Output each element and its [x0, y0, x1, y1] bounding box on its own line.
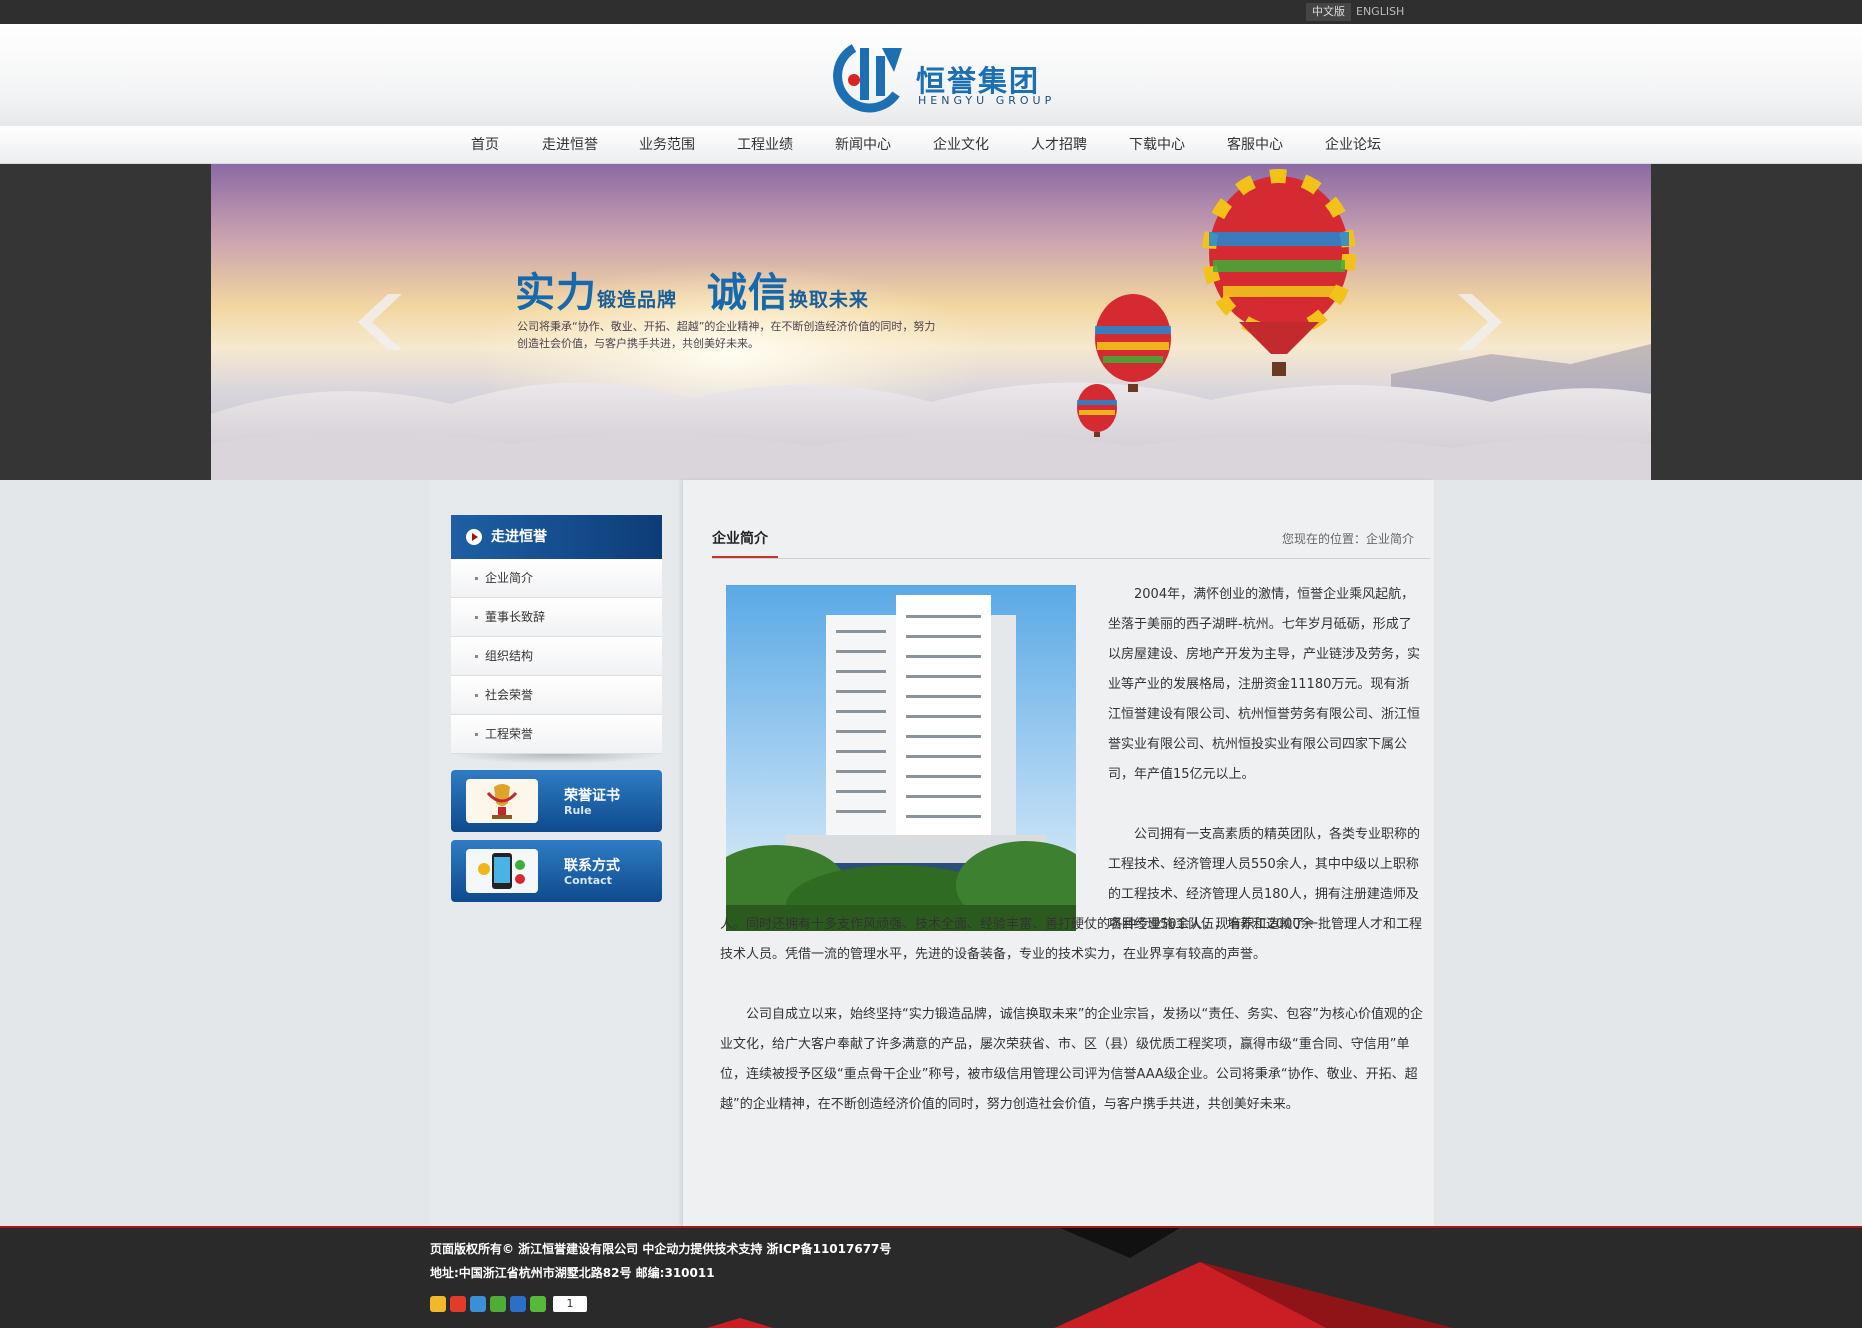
- company-building-image: [726, 585, 1076, 931]
- contact-subtitle: Contact: [564, 874, 612, 887]
- page-title: 企业简介: [712, 531, 768, 547]
- contact-button[interactable]: 联系方式 Contact: [451, 840, 662, 902]
- sidebar-item-project-honors[interactable]: 工程荣誉: [451, 715, 662, 754]
- nav-news[interactable]: 新闻中心: [818, 126, 908, 164]
- certificates-title: 荣誉证书: [564, 788, 620, 804]
- tencent-weibo-share-icon[interactable]: [470, 1296, 486, 1312]
- nav-projects[interactable]: 工程业绩: [720, 126, 810, 164]
- footer-address: 地址:中国浙江省杭州市湖墅北路82号 邮编:310011: [430, 1266, 715, 1280]
- nav-careers[interactable]: 人才招聘: [1014, 126, 1104, 164]
- wechat-share-icon[interactable]: [490, 1296, 506, 1312]
- brand-subtitle: HENGYU GROUP: [918, 94, 1056, 107]
- sidebar-item-structure[interactable]: 组织结构: [451, 637, 662, 676]
- lang-chinese-link[interactable]: 中文版: [1306, 3, 1351, 21]
- intro-paragraph-4: 公司自成立以来，始终坚持“实力锻造品牌，诚信换取未来”的企业宗旨，发扬以“责任、…: [720, 1007, 1423, 1112]
- sidebar-title: 走进恒誉: [491, 529, 547, 545]
- banner-word-brand: 锻造品牌: [597, 289, 678, 311]
- more-share-icon[interactable]: [530, 1296, 546, 1312]
- sidebar: 走进恒誉 企业简介 董事长致辞 组织结构 社会荣誉 工程荣誉 荣誉证书 Rule: [430, 480, 682, 1226]
- lang-english-link[interactable]: ENGLISH: [1350, 3, 1410, 21]
- banner-word-strength: 实力: [515, 270, 597, 316]
- sidebar-header: 走进恒誉: [451, 515, 662, 559]
- banner-word-future: 换取未来: [788, 289, 869, 311]
- footer: 页面版权所有© 浙江恒誉建设有限公司 中企动力提供技术支持 浙ICP备11017…: [0, 1226, 1862, 1328]
- intro-paragraph-1: 2004年，满怀创业的激情，恒誉企业乘风起航，坐落于美丽的西子湖畔-杭州。七年岁…: [1108, 587, 1421, 782]
- renren-share-icon[interactable]: [510, 1296, 526, 1312]
- play-bullet-icon: [466, 529, 482, 545]
- title-underline: [712, 556, 778, 558]
- hero-banner: 实力锻造品牌 诚信换取未来 公司将秉承“协作、敬业、开拓、超越”的企业精神，在不…: [211, 164, 1651, 480]
- trophy-icon: [466, 779, 538, 823]
- certificates-button[interactable]: 荣誉证书 Rule: [451, 770, 662, 832]
- title-divider: [712, 558, 1430, 559]
- header: 恒誉集团 HENGYU GROUP: [0, 24, 1862, 126]
- nav-home[interactable]: 首页: [440, 126, 530, 164]
- breadcrumb: 您现在的位置：企业简介: [1281, 532, 1414, 546]
- nav-forum[interactable]: 企业论坛: [1308, 126, 1398, 164]
- nav-culture[interactable]: 企业文化: [916, 126, 1006, 164]
- sidebar-item-chairman-speech[interactable]: 董事长致辞: [451, 598, 662, 637]
- certificates-subtitle: Rule: [564, 804, 592, 817]
- share-count: 1: [553, 1296, 587, 1312]
- weibo-share-icon[interactable]: [450, 1296, 466, 1312]
- nav-service[interactable]: 客服中心: [1210, 126, 1300, 164]
- main-area: 走进恒誉 企业简介 董事长致辞 组织结构 社会荣誉 工程荣誉 荣誉证书 Rule: [430, 480, 1434, 1226]
- banner-text: 公司将秉承“协作、敬业、开拓、超越”的企业精神，在不断创造经济价值的同时，努力创…: [517, 320, 936, 350]
- top-bar: 中文版 ENGLISH: [0, 0, 1862, 24]
- nav-business[interactable]: 业务范围: [622, 126, 712, 164]
- intro-paragraph-3: 人。同时还拥有十多支作风顽强、技术全面、经验丰富、善打硬仗的各种专业施工队伍，培…: [720, 917, 1423, 962]
- contact-title: 联系方式: [564, 858, 620, 874]
- qzone-share-icon[interactable]: [430, 1296, 446, 1312]
- main-nav: 首页 走进恒誉 业务范围 工程业绩 新闻中心 企业文化 人才招聘 下载中心 客服…: [0, 126, 1862, 164]
- footer-decoration: [706, 1228, 1453, 1328]
- phone-icon: [466, 849, 538, 893]
- sidebar-item-social-honors[interactable]: 社会荣誉: [451, 676, 662, 715]
- banner-word-integrity: 诚信: [706, 270, 789, 316]
- footer-copyright: 页面版权所有© 浙江恒誉建设有限公司 中企动力提供技术支持 浙ICP备11017…: [430, 1242, 892, 1256]
- nav-about[interactable]: 走进恒誉: [525, 126, 615, 164]
- sidebar-item-profile[interactable]: 企业简介: [451, 559, 662, 598]
- chevron-left-icon[interactable]: [354, 290, 414, 354]
- sidebar-menu: 企业简介 董事长致辞 组织结构 社会荣誉 工程荣誉: [451, 559, 662, 754]
- nav-downloads[interactable]: 下载中心: [1112, 126, 1202, 164]
- sidebar-shadow: [451, 754, 662, 764]
- banner-headline: 实力锻造品牌 诚信换取未来: [515, 260, 869, 318]
- content-panel: 企业简介 您现在的位置：企业简介 2004年，满怀创业的激情，恒誉企业乘风起航，…: [682, 480, 1434, 1226]
- chevron-right-icon[interactable]: [1446, 290, 1506, 354]
